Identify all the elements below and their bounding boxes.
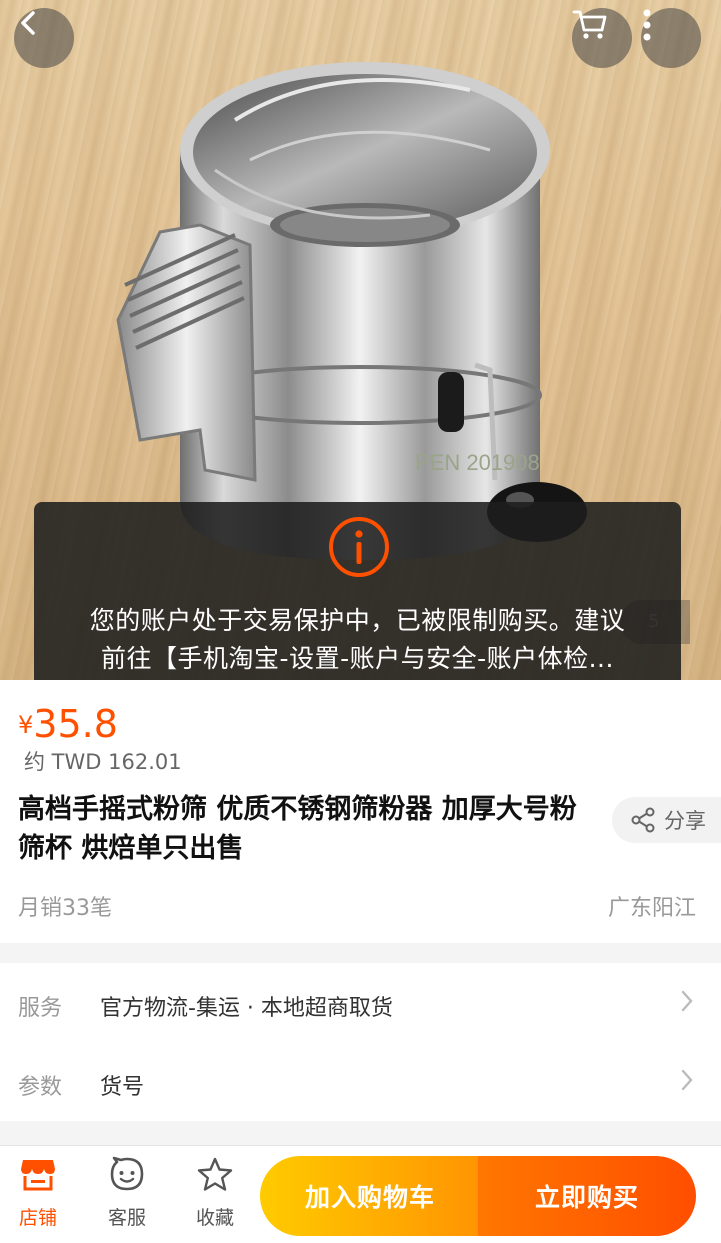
add-to-cart-button[interactable]: 加入购物车 [260, 1156, 480, 1236]
toast-line-1: 您的账户处于交易保护中，已被限制购买。建议 [89, 606, 626, 635]
chevron-right-icon [681, 990, 693, 1012]
favorite-tab[interactable]: 收藏 [179, 1156, 251, 1230]
share-button[interactable]: 分享 [612, 797, 721, 843]
service-label: 客服 [107, 1207, 146, 1229]
toast-message: 您的账户处于交易保护中，已被限制购买。建议 前往【手机淘宝-设置-账户与安全-账… [60, 602, 655, 678]
customer-service-icon [110, 1156, 144, 1191]
restriction-toast: 您的账户处于交易保护中，已被限制购买。建议 前往【手机淘宝-设置-账户与安全-账… [34, 502, 681, 692]
star-icon [197, 1157, 233, 1191]
cart-button[interactable] [572, 8, 632, 68]
price-value: 35.8 [33, 702, 118, 746]
image-watermark: PEN 201908 [415, 450, 540, 475]
share-label: 分享 [664, 809, 706, 833]
service-value: 官方物流-集运 · 本地超商取货 [100, 996, 393, 1021]
product-title: 高档手摇式粉筛 优质不锈钢筛粉器 加厚大号粉筛杯 烘焙单只出售 [18, 794, 577, 864]
customer-service-tab[interactable]: 客服 [91, 1156, 163, 1230]
shop-label: 店铺 [18, 1207, 57, 1229]
price-currency: ¥ [18, 711, 34, 739]
params-key: 参数 [18, 1075, 63, 1100]
service-row[interactable]: 服务 官方物流-集运 · 本地超商取货 [0, 963, 721, 1042]
product-info: ¥35.8 约 TWD 162.01 高档手摇式粉筛 优质不锈钢筛粉器 加厚大号… [0, 680, 721, 943]
params-value: 货号 [100, 1075, 145, 1100]
chevron-left-icon [21, 11, 35, 35]
detail-list: 服务 官方物流-集运 · 本地超商取货 参数 货号 [0, 963, 721, 1121]
back-button[interactable] [14, 8, 74, 68]
cart-icon [572, 10, 607, 39]
toast-line-2: 前往【手机淘宝-设置-账户与安全-账户体检... [101, 644, 614, 673]
store-icon [21, 1160, 55, 1191]
chevron-right-icon [681, 1069, 693, 1091]
info-icon [329, 517, 389, 577]
bottom-action-bar: 店铺 客服 收藏 加入购物车 立即购买 [0, 1145, 721, 1243]
more-vertical-icon [643, 9, 651, 41]
buy-now-button[interactable]: 立即购买 [478, 1156, 696, 1236]
favorite-label: 收藏 [195, 1207, 234, 1229]
converted-price: 约 TWD 162.01 [24, 750, 182, 774]
ship-location: 广东阳江 [607, 896, 696, 921]
price: ¥35.8 [18, 702, 118, 746]
service-key: 服务 [18, 996, 63, 1021]
params-row[interactable]: 参数 货号 [0, 1042, 721, 1121]
share-icon [631, 807, 655, 833]
more-button[interactable] [641, 8, 701, 68]
monthly-sales: 月销33笔 [18, 896, 112, 921]
shop-tab[interactable]: 店铺 [2, 1156, 74, 1230]
